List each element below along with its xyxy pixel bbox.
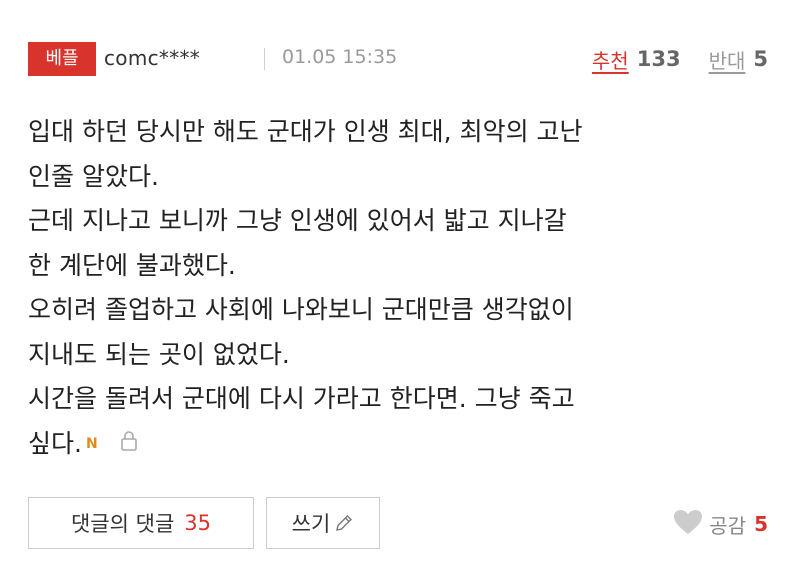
comment-line: 한 계단에 불과했다.	[28, 250, 236, 280]
comment-line: 인줄 알았다.	[28, 161, 159, 191]
comment-body: 입대 하던 당시만 해도 군대가 인생 최대, 최악의 고난 인줄 알았다. 근…	[28, 110, 776, 467]
comment-last-line-row: 싶다. N	[28, 422, 776, 467]
upvote-count: 133	[636, 47, 681, 71]
username[interactable]: comc****	[104, 46, 200, 70]
replies-count: 35	[184, 511, 211, 535]
downvote-count: 5	[753, 47, 768, 71]
comment-line: 오히려 졸업하고 사회에 나와보니 군대만큼 생각없이	[28, 295, 574, 324]
timestamp: 01.05 15:35	[282, 46, 398, 68]
header-divider	[264, 48, 265, 70]
empathy-label: 공감	[709, 513, 747, 538]
comment-line: 지내도 되는 곳이 없었다.	[28, 339, 290, 369]
lock-icon[interactable]	[120, 422, 138, 467]
comment-line: 싶다.	[28, 428, 82, 458]
empathy-button[interactable]: 공감 5	[673, 507, 768, 541]
replies-label: 댓글의 댓글	[70, 512, 175, 536]
heart-icon	[673, 509, 703, 539]
comment-line: 입대 하던 당시만 해도 군대가 인생 최대, 최악의 고난	[28, 117, 583, 146]
comment-line: 근데 지나고 보니까 그냥 인생에 있어서 밟고 지나갈	[28, 206, 567, 235]
new-mark-icon: N	[85, 436, 98, 453]
pencil-icon	[334, 513, 354, 533]
comment-line: 시간을 돌려서 군대에 다시 가라고 한다면. 그냥 죽고	[28, 384, 575, 413]
upvote-button[interactable]: 추천	[592, 45, 629, 74]
replies-button[interactable]: 댓글의 댓글 35	[28, 497, 254, 549]
downvote-button[interactable]: 반대	[709, 45, 746, 74]
vote-area: 추천 133 반대 5	[592, 42, 768, 76]
write-reply-button[interactable]: 쓰기	[266, 497, 380, 549]
comment-header: 베플 comc**** 01.05 15:35 추천 133 반대 5	[28, 40, 768, 80]
write-label: 쓰기	[291, 512, 331, 536]
best-comment-badge: 베플	[28, 42, 96, 76]
empathy-count: 5	[754, 512, 768, 536]
